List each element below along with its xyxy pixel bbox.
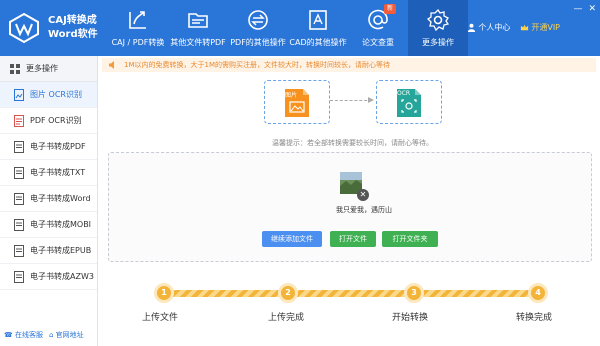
remove-file-icon[interactable]: ✕	[357, 189, 369, 201]
official-site-link[interactable]: ⌂ 官网地址	[49, 330, 84, 340]
app-name: CAJ转换成 Word软件	[48, 14, 98, 42]
online-service-label: 在线客服	[14, 331, 43, 339]
ebook-icon	[14, 140, 24, 153]
step-4-label: 转换完成	[516, 313, 553, 323]
ebook-icon	[14, 270, 24, 283]
progress-bar	[164, 290, 544, 297]
grid-icon	[10, 63, 20, 74]
user-icon	[468, 23, 476, 32]
minimize-icon[interactable]: —	[573, 4, 582, 14]
close-icon[interactable]: ✕	[588, 4, 596, 14]
new-badge: 新	[384, 4, 396, 14]
online-service-link[interactable]: ☎ 在线客服	[4, 330, 43, 340]
sidebar-item-label: PDF OCR识别	[30, 116, 82, 125]
sidebar-item-label: 电子书转成TXT	[30, 168, 86, 177]
sidebar-item-ebook-mobi[interactable]: 电子书转成MOBI	[0, 212, 97, 238]
window-controls: — ✕	[573, 4, 596, 14]
nav-label: 其他文件转PDF	[170, 38, 226, 47]
ebook-icon	[14, 166, 24, 179]
open-folder-button[interactable]: 打开文件夹	[382, 231, 438, 247]
step-3-dot: 3	[404, 283, 424, 303]
image-doc-icon	[14, 88, 24, 101]
nav-label: CAJ / PDF转换	[111, 38, 165, 47]
home-icon: ⌂	[48, 331, 54, 339]
tip-text: 温馨提示：若全部转换需要较长时间，请耐心等待。	[272, 139, 433, 147]
sidebar-item-ebook-txt[interactable]: 电子书转成TXT	[0, 160, 97, 186]
nav-more-ops[interactable]: 更多操作	[408, 0, 468, 56]
ebook-icon	[14, 244, 24, 257]
sidebar-item-label: 电子书转成Word	[30, 194, 91, 203]
logo-icon	[9, 12, 39, 44]
speaker-icon	[109, 61, 114, 69]
step-2-dot: 2	[278, 283, 298, 303]
step-2-label: 上传完成	[268, 313, 305, 323]
sidebar-item-pdf-ocr[interactable]: PDF OCR识别	[0, 108, 97, 134]
nav-paper-check[interactable]: 新 论文查重	[348, 0, 408, 56]
nav-other-to-pdf[interactable]: 其他文件转PDF	[168, 0, 228, 56]
step-1-dot: 1	[154, 283, 174, 303]
headset-icon: ☎	[4, 331, 13, 339]
exchange-icon	[248, 10, 268, 30]
gear-icon	[426, 8, 450, 32]
step-1-label: 上传文件	[142, 313, 179, 323]
sidebar-item-label: 电子书转成PDF	[30, 142, 86, 151]
ebook-icon	[14, 218, 24, 231]
nav-caj-pdf[interactable]: CAJ / PDF转换	[108, 0, 168, 56]
flow-arrow	[330, 97, 374, 103]
source-format-label: 图片	[285, 92, 298, 99]
ebook-icon	[14, 192, 24, 205]
pdf-doc-icon	[14, 114, 24, 127]
nav-label: PDF的其他操作	[230, 38, 286, 47]
crown-icon	[521, 24, 529, 31]
user-center-label: 个人中心	[478, 23, 511, 32]
sidebar-item-ebook-pdf[interactable]: 电子书转成PDF	[0, 134, 97, 160]
notice-text: 1M以内的免费转换，大于1M的需购买注册，文件较大时，转换时间较长，请耐心等待	[124, 61, 390, 69]
sidebar-item-label: 电子书转成EPUB	[30, 246, 92, 255]
official-site-label: 官网地址	[55, 331, 84, 339]
sidebar-header: 更多操作	[0, 56, 97, 82]
nav-label: CAD的其他操作	[289, 38, 347, 47]
open-file-button[interactable]: 打开文件	[330, 231, 376, 247]
cad-icon	[309, 10, 327, 30]
step-3-label: 开始转换	[392, 313, 429, 323]
file-name: 我只爱我，遇历山	[336, 206, 392, 214]
progress-steps: 1 2 3 4 上传文件 上传完成 开始转换 转换完成	[108, 280, 592, 340]
sidebar-footer: ☎ 在线客服 ⌂ 官网地址	[4, 330, 84, 340]
sidebar-item-image-ocr[interactable]: 图片 OCR识别	[0, 82, 97, 108]
sidebar-title: 更多操作	[26, 64, 58, 73]
add-files-button[interactable]: 继续添加文件	[262, 231, 322, 247]
step-4-dot: 4	[528, 283, 548, 303]
user-area: 个人中心 开通VIP	[467, 22, 560, 33]
user-center-link[interactable]: 个人中心	[467, 22, 510, 33]
sidebar-item-label: 电子书转成MOBI	[30, 220, 92, 229]
app-name-line2: Word软件	[48, 29, 98, 40]
notice-bar: 1M以内的免费转换，大于1M的需购买注册，文件较大时，转换时间较长，请耐心等待	[102, 58, 596, 72]
target-format-label: OCR	[397, 90, 411, 97]
sidebar-item-ebook-word[interactable]: 电子书转成Word	[0, 186, 97, 212]
target-format-box: OCR	[376, 80, 442, 124]
app-header: CAJ转换成 Word软件 CAJ / PDF转换 其他文件转PDF PDF的其…	[0, 0, 600, 56]
nav-label: 论文查重	[362, 38, 394, 47]
vip-label: 开通VIP	[531, 23, 560, 32]
sidebar-item-label: 图片 OCR识别	[30, 90, 82, 99]
sidebar-item-label: 电子书转成AZW3	[30, 272, 94, 281]
source-format-box: 图片	[264, 80, 330, 124]
vip-link[interactable]: 开通VIP	[520, 22, 560, 33]
top-nav: CAJ / PDF转换 其他文件转PDF PDF的其他操作 CAD的其他操作 新…	[108, 0, 468, 56]
nav-pdf-ops[interactable]: PDF的其他操作	[228, 0, 288, 56]
folder-icon	[188, 13, 208, 28]
sidebar: 更多操作 图片 OCR识别 PDF OCR识别 电子书转成PDF 电子书转成TX…	[0, 56, 98, 346]
sidebar-item-ebook-azw3[interactable]: 电子书转成AZW3	[0, 264, 97, 290]
app-logo: CAJ转换成 Word软件	[6, 8, 106, 48]
nav-label: 更多操作	[422, 38, 454, 47]
sidebar-item-ebook-epub[interactable]: 电子书转成EPUB	[0, 238, 97, 264]
pdf-convert-icon	[129, 11, 146, 29]
nav-cad-ops[interactable]: CAD的其他操作	[288, 0, 348, 56]
app-name-line1: CAJ转换成	[48, 15, 97, 26]
